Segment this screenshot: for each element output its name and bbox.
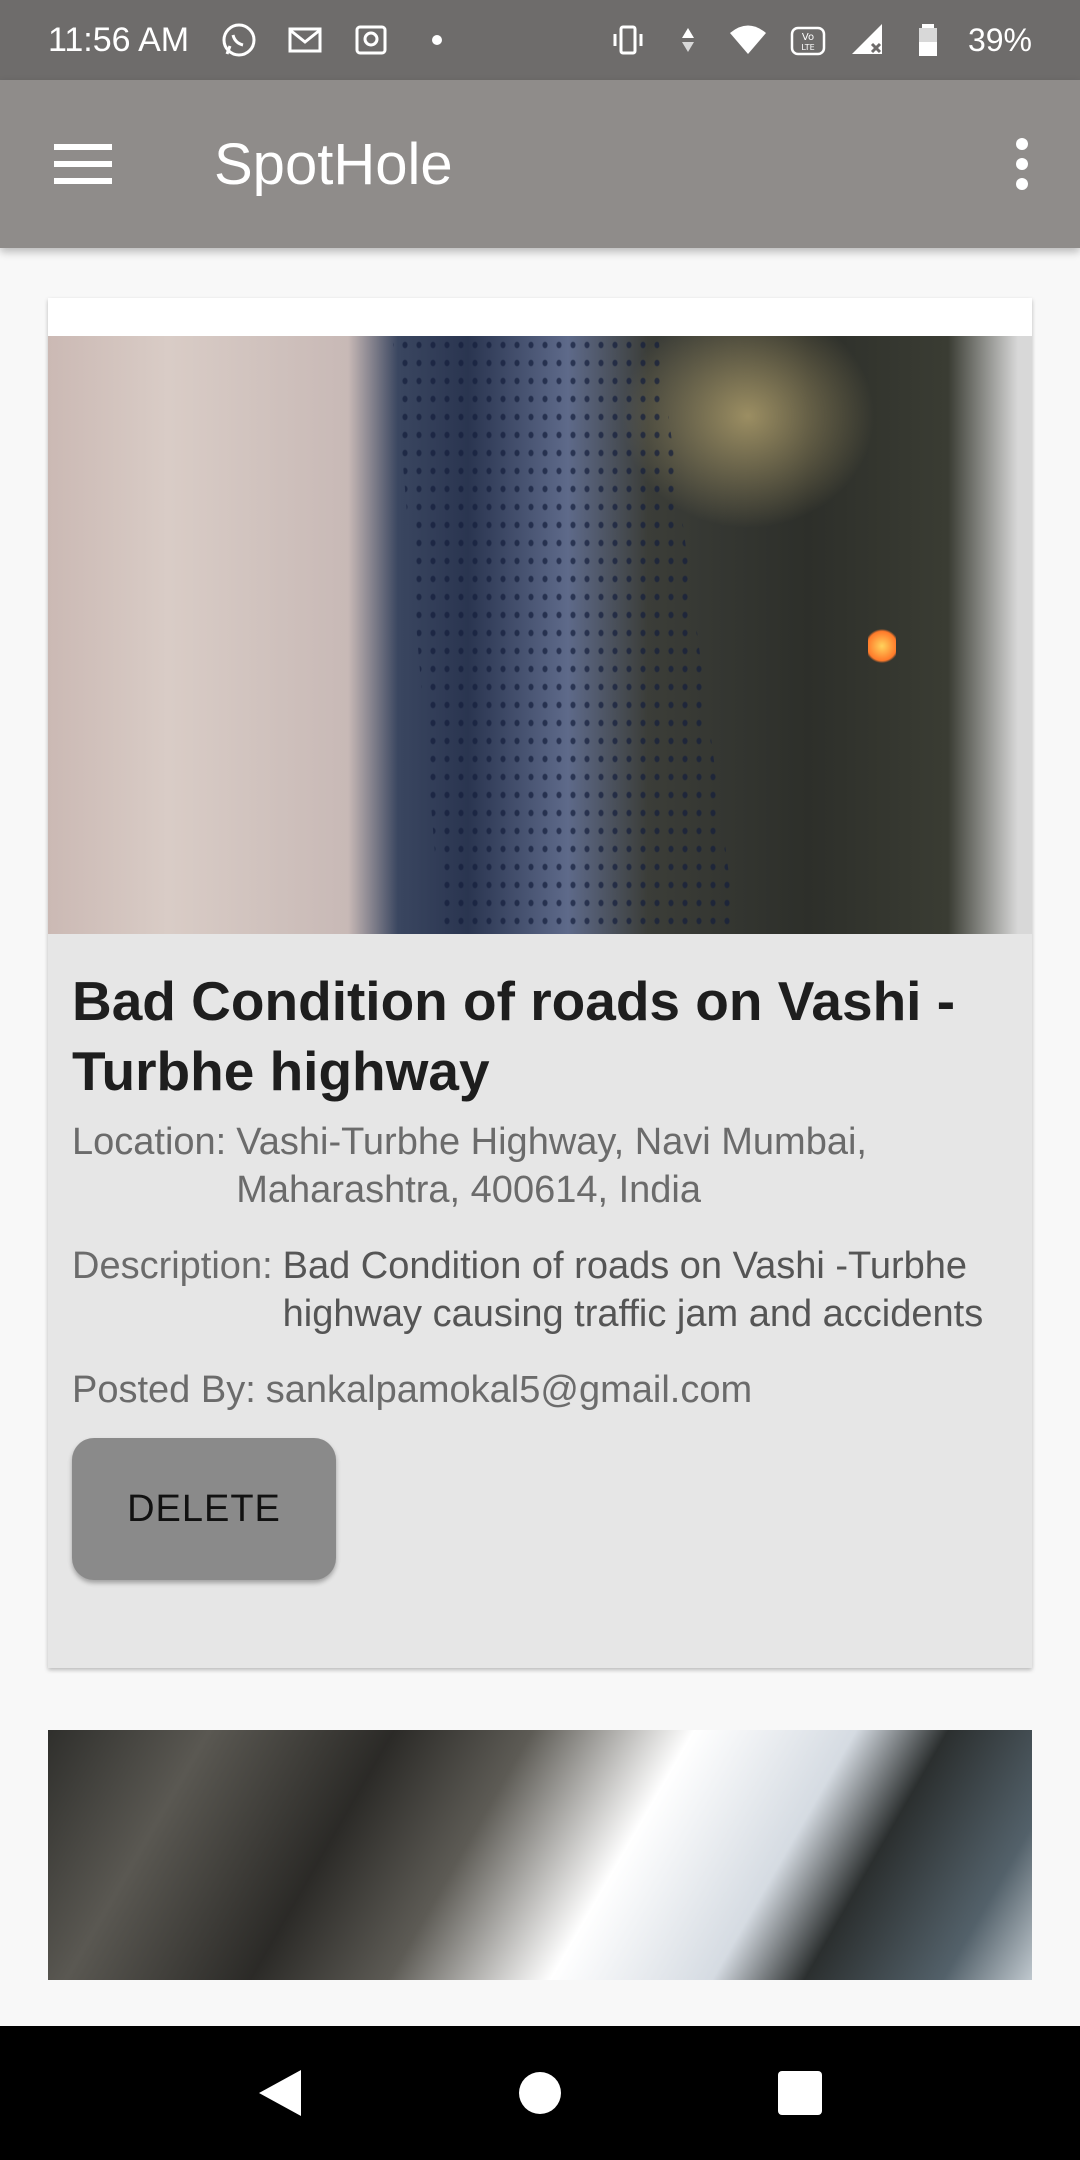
gmail-icon	[285, 20, 325, 60]
vibrate-icon	[608, 20, 648, 60]
post-title: Bad Condition of roads on Vashi -Turbhe …	[72, 970, 956, 1102]
posted-by-label: Posted By:	[72, 1369, 256, 1411]
app-bar: SpotHole	[0, 80, 1080, 248]
hamburger-menu-icon[interactable]	[54, 134, 114, 194]
whatsapp-icon	[219, 20, 259, 60]
home-circle-icon[interactable]	[510, 2063, 570, 2123]
vehicle-light	[868, 626, 896, 666]
pothole-image	[48, 336, 1032, 934]
description-value: Bad Condition of roads on Vashi -Turbhe …	[282, 1245, 984, 1335]
more-vert-icon[interactable]	[1002, 134, 1042, 194]
post-details: Bad Condition of roads on Vashi -Turbhe …	[48, 934, 1032, 1580]
battery-percentage: 39%	[967, 21, 1032, 58]
gallery-icon	[351, 20, 391, 60]
pothole-image	[48, 1730, 1032, 1980]
svg-text:LTE: LTE	[801, 43, 814, 52]
location-row: Location: Vashi-Turbhe Highway, Navi Mum…	[72, 1118, 1008, 1214]
battery-icon	[908, 20, 948, 60]
post-card[interactable]: Bad Condition of roads on Vashi -Turbhe …	[48, 298, 1032, 1668]
volte-icon: Vo LTE	[788, 20, 828, 60]
status-time: 11:56 AM	[48, 20, 190, 59]
post-card[interactable]	[48, 1730, 1032, 2026]
description-label: Description:	[72, 1245, 273, 1287]
posted-by-row: Posted By: sankalpamokal5@gmail.com	[72, 1366, 1008, 1414]
location-value: Vashi-Turbhe Highway, Navi Mumbai, Mahar…	[236, 1121, 867, 1211]
description-row: Description: Bad Condition of roads on V…	[72, 1242, 1008, 1338]
signal-icon	[848, 20, 888, 60]
navigation-bar	[0, 2026, 1080, 2160]
recents-square-icon[interactable]	[770, 2063, 830, 2123]
card-top-strip	[48, 298, 1032, 336]
wifi-icon	[728, 20, 768, 60]
data-arrows-icon	[668, 20, 708, 60]
location-label: Location:	[72, 1121, 227, 1163]
post-list[interactable]: Bad Condition of roads on Vashi -Turbhe …	[0, 248, 1080, 2026]
dot-icon	[417, 20, 457, 60]
posted-by-value: sankalpamokal5@gmail.com	[265, 1369, 753, 1411]
delete-button[interactable]: DELETE	[72, 1438, 336, 1580]
app-title: SpotHole	[214, 131, 453, 197]
back-triangle-icon[interactable]	[250, 2063, 310, 2123]
system-icons: Vo LTE 39%	[608, 20, 1032, 60]
notification-icons	[219, 20, 457, 60]
status-bar: 11:56 AM Vo LTE 39%	[0, 0, 1080, 80]
svg-text:Vo: Vo	[802, 32, 814, 43]
